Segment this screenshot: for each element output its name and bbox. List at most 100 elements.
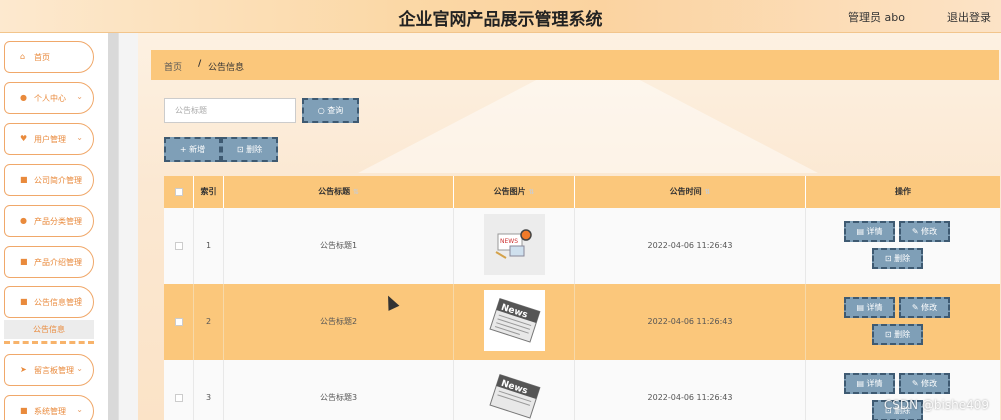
add-button[interactable]: + 新增	[164, 137, 221, 162]
search-input[interactable]: 公告标题	[164, 98, 296, 123]
doc-icon: ▤	[856, 379, 867, 388]
trash-icon: ⊡	[884, 330, 895, 339]
sidebar-item-messages[interactable]: ➤ 留言板管理 ⌄	[4, 354, 94, 386]
edit-button[interactable]: ✎ 修改	[899, 297, 950, 318]
breadcrumb-separator: /	[198, 59, 202, 69]
row-index: 1	[194, 208, 224, 284]
notice-image[interactable]: NEWS	[484, 214, 545, 275]
delete-button[interactable]: ⊡ 删除	[872, 248, 923, 269]
chevron-down-icon: ⌄	[76, 256, 83, 265]
delete-button[interactable]: ⊡ 删除	[872, 324, 923, 345]
chevron-down-icon: ⌄	[76, 364, 83, 373]
row-time: 2022-04-06 11:26:43	[575, 360, 806, 420]
detail-button[interactable]: ▤ 详情	[844, 221, 895, 242]
sidebar-item-label: 产品分类管理	[34, 217, 82, 226]
notice-table: 索引 公告标题 ⇅ 公告图片 ⇅ 公告时间 ⇅ 操作 1 公告标题1 NEWS …	[164, 176, 1000, 420]
grid-icon: ■	[20, 175, 28, 184]
sidebar-item-label: 公司简介管理	[34, 176, 82, 185]
detail-button-label: 详情	[866, 227, 883, 236]
current-user: 管理员 abo	[848, 11, 905, 24]
chevron-down-icon: ⌄	[76, 215, 83, 224]
shield-icon: ♥	[20, 134, 28, 143]
header-time[interactable]: 公告时间 ⇅	[575, 176, 806, 208]
detail-button[interactable]: ▤ 详情	[844, 297, 895, 318]
sidebar-item-label: 产品介绍管理	[34, 258, 82, 267]
row-time: 2022-04-06 11:26:43	[575, 284, 806, 360]
sidebar-item-category[interactable]: ● 产品分类管理 ⌄	[4, 205, 94, 237]
batch-delete-label: 删除	[246, 145, 263, 154]
row-title: 公告标题1	[224, 208, 454, 284]
home-icon: ⌂	[20, 52, 26, 61]
detail-button-label: 详情	[866, 303, 883, 312]
row-checkbox-cell	[164, 284, 194, 360]
chevron-down-icon: ⌄	[76, 174, 83, 183]
send-icon: ➤	[20, 365, 27, 374]
sidebar-item-label: 首页	[34, 53, 50, 62]
batch-delete-button[interactable]: ⊡ 删除	[221, 137, 278, 162]
row-index: 3	[194, 360, 224, 420]
sidebar-item-notices[interactable]: ■ 公告信息管理 ⌃	[4, 286, 94, 318]
row-title: 公告标题3	[224, 360, 454, 420]
plus-icon: +	[179, 145, 190, 154]
logout-link[interactable]: 退出登录	[947, 9, 991, 25]
row-actions: ▤ 详情 ✎ 修改 ⊡ 删除	[806, 284, 1000, 360]
row-title: 公告标题2	[224, 284, 454, 360]
edit-button-label: 修改	[921, 303, 938, 312]
grid-icon: ■	[20, 257, 28, 266]
sidebar-item-label: 个人中心	[34, 94, 66, 103]
header-image-label: 公告图片	[493, 187, 526, 196]
row-checkbox[interactable]	[175, 394, 183, 402]
sort-icon: ⇅	[352, 188, 359, 196]
table-row: 3 公告标题3 News 2022-04-06 11:26:43 ▤ 详情 ✎ …	[164, 360, 1000, 420]
header-title[interactable]: 公告标题 ⇅	[224, 176, 454, 208]
header-index: 索引	[194, 176, 224, 208]
detail-button-label: 详情	[866, 379, 883, 388]
trash-icon: ⊡	[236, 145, 247, 154]
delete-button-label: 删除	[894, 330, 911, 339]
breadcrumb-home[interactable]: 首页	[164, 60, 182, 73]
sidebar-item-profile[interactable]: ● 个人中心 ⌄	[4, 82, 94, 114]
row-checkbox-cell	[164, 208, 194, 284]
edit-button[interactable]: ✎ 修改	[899, 373, 950, 394]
breadcrumb: 首页 / 公告信息	[151, 50, 999, 80]
sidebar-divider	[4, 341, 94, 344]
search-button[interactable]: ○ 查询	[302, 98, 359, 123]
sidebar-item-label: 用户管理	[34, 135, 66, 144]
header-title-label: 公告标题	[318, 187, 351, 196]
detail-button[interactable]: ▤ 详情	[844, 373, 895, 394]
search-icon: ○	[317, 106, 328, 115]
chevron-down-icon: ⌄	[76, 92, 83, 101]
row-image-cell: NEWS	[454, 208, 575, 284]
svg-text:NEWS: NEWS	[500, 238, 518, 245]
row-checkbox[interactable]	[175, 242, 183, 250]
pencil-icon: ✎	[911, 303, 922, 312]
row-checkbox[interactable]	[175, 318, 183, 326]
sidebar-item-home[interactable]: ⌂ 首页	[4, 41, 94, 73]
pencil-icon: ✎	[911, 379, 922, 388]
row-actions: ▤ 详情 ✎ 修改 ⊡ 删除	[806, 208, 1000, 284]
sidebar-scrollbar[interactable]	[108, 33, 118, 420]
sidebar-item-label: 系统管理	[34, 407, 66, 416]
header-checkbox-cell	[164, 176, 194, 208]
sidebar-item-users[interactable]: ♥ 用户管理 ⌄	[4, 123, 94, 155]
grid-icon: ■	[20, 297, 28, 306]
sidebar-item-products[interactable]: ■ 产品介绍管理 ⌄	[4, 246, 94, 278]
select-all-checkbox[interactable]	[175, 188, 183, 196]
edit-button[interactable]: ✎ 修改	[899, 221, 950, 242]
notice-image[interactable]: News	[484, 290, 545, 351]
header-time-label: 公告时间	[669, 187, 702, 196]
sidebar-item-system[interactable]: ■ 系统管理 ⌄	[4, 395, 94, 420]
main-content: 首页 / 公告信息 公告标题 ○ 查询 + 新增 ⊡ 删除 索引 公告标题 ⇅ …	[138, 33, 1001, 420]
scroll-gutter	[118, 33, 138, 420]
sidebar-item-company[interactable]: ■ 公司简介管理 ⌄	[4, 164, 94, 196]
header-image[interactable]: 公告图片 ⇅	[454, 176, 575, 208]
edit-button-label: 修改	[921, 227, 938, 236]
header-actions: 操作	[895, 187, 911, 196]
table-header: 索引 公告标题 ⇅ 公告图片 ⇅ 公告时间 ⇅ 操作	[164, 176, 1000, 208]
doc-icon: ▤	[856, 303, 867, 312]
chevron-down-icon: ⌄	[76, 405, 83, 414]
sidebar-subitem-notice-info[interactable]: 公告信息	[4, 320, 94, 339]
row-checkbox-cell	[164, 360, 194, 420]
news-illustration-icon: NEWS	[484, 214, 545, 275]
notice-image[interactable]: News	[484, 366, 545, 420]
